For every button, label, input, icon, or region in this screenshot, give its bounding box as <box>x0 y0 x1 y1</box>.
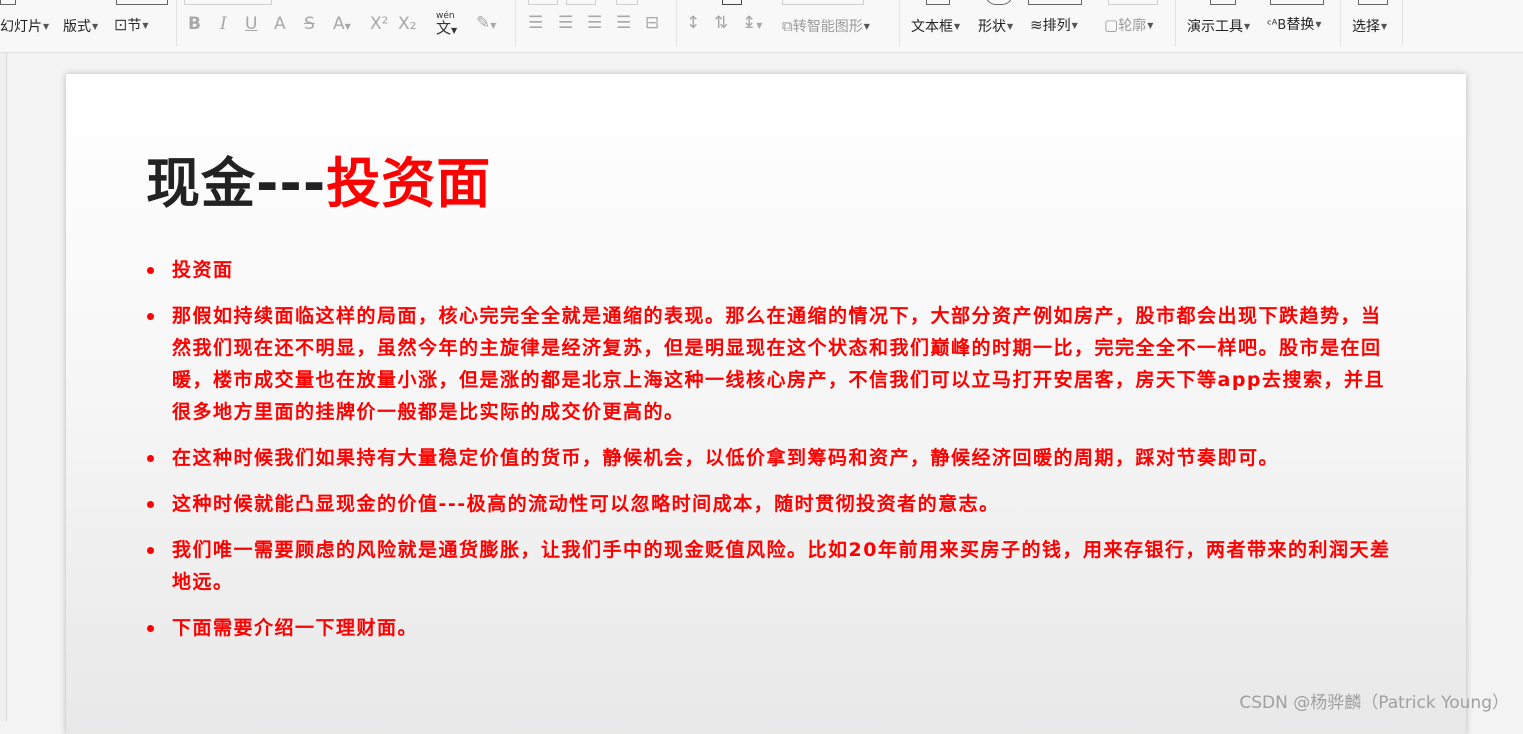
section-label: 节 <box>127 18 141 34</box>
bullet-dot-icon <box>147 501 154 508</box>
title-prefix: 现金--- <box>146 152 326 215</box>
bullet-dot-icon <box>147 267 154 274</box>
line-spacing-icon[interactable]: ↕ <box>686 14 700 32</box>
align-right-icon[interactable]: ☰ <box>587 14 602 32</box>
outline-icon: ▢ <box>1104 16 1118 34</box>
separator <box>515 0 516 46</box>
textbox-button[interactable]: 文本框▼ <box>911 19 960 35</box>
arrange-button[interactable]: ≋排列▼ <box>1030 17 1078 34</box>
bullet-item[interactable]: 投资面 <box>172 254 1392 286</box>
paragraph-spacing-icon[interactable]: ⇅ <box>714 14 728 32</box>
find-top-icon <box>1270 0 1324 5</box>
select-top-icon <box>1358 0 1388 5</box>
outline-label: 轮廓 <box>1118 18 1146 34</box>
underline-icon[interactable]: U <box>245 15 257 33</box>
subscript-icon[interactable]: X₂ <box>398 15 416 33</box>
new-slide-button[interactable]: 幻灯片▼ <box>0 19 49 35</box>
replace-button[interactable]: ᶜᴬB替换▼ <box>1267 17 1322 34</box>
picture-top-icon <box>1028 0 1082 5</box>
bullet-dot-icon <box>147 547 154 554</box>
new-slide-label: 幻灯片 <box>0 19 42 35</box>
select-button[interactable]: 选择▼ <box>1352 19 1387 35</box>
separator <box>1175 0 1176 46</box>
text-box-top-icon <box>782 0 864 5</box>
section-icon: ⊡ <box>114 15 127 34</box>
smartart-button[interactable]: ⧉转智能图形▼ <box>782 18 870 35</box>
present-tools-top-icon <box>1210 0 1236 5</box>
section-button[interactable]: ⊡节▼ <box>114 17 149 34</box>
bullets-top-icon <box>528 0 558 5</box>
arrange-label: 排列 <box>1043 18 1071 34</box>
fill-top-icon <box>1108 0 1158 5</box>
bullet-item[interactable]: 这种时候就能凸显现金的价值---极高的流动性可以忽略时间成本，随时贯彻投资者的意… <box>172 488 1392 520</box>
slide-pane-edge[interactable] <box>0 53 7 721</box>
font-color-icon[interactable]: A▼ <box>333 15 351 36</box>
separator <box>676 0 677 46</box>
separator <box>176 0 177 46</box>
font-name-box[interactable] <box>184 0 272 5</box>
smartart-label: 转智能图形 <box>793 19 863 35</box>
distributed-icon[interactable]: ⊟ <box>645 14 659 32</box>
textbox-top-icon <box>926 0 950 5</box>
superscript-icon[interactable]: X² <box>370 15 388 33</box>
align-left-icon[interactable]: ☰ <box>528 14 543 32</box>
shape-top-icon <box>985 0 1013 5</box>
bullet-dot-icon <box>147 455 154 462</box>
separator <box>1340 0 1341 46</box>
bullet-text: 下面需要介绍一下理财面。 <box>172 617 418 639</box>
highlight-icon[interactable]: ✎▼ <box>476 14 496 35</box>
strikethrough-icon[interactable]: S <box>304 15 315 33</box>
bullet-item[interactable]: 那假如持续面临这样的局面，核心完完全全就是通缩的表现。那么在通缩的情况下，大部分… <box>172 300 1392 428</box>
bullet-item[interactable]: 在这种时候我们如果持有大量稳定价值的货币，静候机会，以低价拿到筹码和资产，静候经… <box>172 442 1392 474</box>
separator <box>899 0 900 46</box>
replace-label: 替换 <box>1286 17 1314 33</box>
replace-icon: ᶜᴬB <box>1267 18 1286 33</box>
bullet-list[interactable]: 投资面 那假如持续面临这样的局面，核心完完全全就是通缩的表现。那么在通缩的情况下… <box>172 254 1392 658</box>
smartart-icon: ⧉ <box>782 17 793 35</box>
text-shadow-icon[interactable]: A <box>274 15 286 33</box>
bullet-item[interactable]: 下面需要介绍一下理财面。 <box>172 612 1392 644</box>
slide-canvas[interactable]: 现金---投资面 投资面 那假如持续面临这样的局面，核心完完全全就是通缩的表现。… <box>66 74 1466 734</box>
numbering-top-icon <box>566 0 596 5</box>
align-center-icon[interactable]: ☰ <box>558 14 573 32</box>
csdn-watermark: CSDN @杨骅麟（Patrick Young） <box>1239 688 1509 713</box>
justify-icon[interactable]: ☰ <box>616 14 631 32</box>
slide-title[interactable]: 现金---投资面 <box>146 146 491 222</box>
bullet-text: 在这种时候我们如果持有大量稳定价值的货币，静候机会，以低价拿到筹码和资产，静候经… <box>172 447 1279 469</box>
italic-icon[interactable]: I <box>220 15 227 33</box>
shape-button[interactable]: 形状▼ <box>978 19 1013 35</box>
textbox-label: 文本框 <box>911 19 953 35</box>
bullet-dot-icon <box>147 625 154 632</box>
bullet-text: 我们唯一需要顾虑的风险就是通货膨胀，让我们手中的现金贬值风险。比如20年前用来买… <box>172 539 1390 593</box>
separator <box>1402 0 1403 46</box>
title-highlight: 投资面 <box>326 152 491 215</box>
section-top-icon <box>116 0 168 5</box>
select-label: 选择 <box>1352 19 1380 35</box>
bullet-text: 这种时候就能凸显现金的价值---极高的流动性可以忽略时间成本，随时贯彻投资者的意… <box>172 493 1000 515</box>
present-tools-label: 演示工具 <box>1187 19 1243 35</box>
bold-icon[interactable]: B <box>188 15 201 33</box>
outline-button[interactable]: ▢轮廓▼ <box>1104 17 1153 34</box>
present-tools-button[interactable]: 演示工具▼ <box>1187 19 1250 35</box>
bullet-item[interactable]: 我们唯一需要顾虑的风险就是通货膨胀，让我们手中的现金贬值风险。比如20年前用来买… <box>172 534 1392 598</box>
indent-top-icon <box>616 0 638 5</box>
new-slide-icon <box>0 0 16 5</box>
shape-label: 形状 <box>978 19 1006 35</box>
bullet-dot-icon <box>147 313 154 320</box>
spacing-dropdown-icon[interactable]: ↨▼ <box>742 14 762 35</box>
layers-icon: ≋ <box>1030 16 1043 34</box>
bullet-text: 那假如持续面临这样的局面，核心完完全全就是通缩的表现。那么在通缩的情况下，大部分… <box>172 305 1385 423</box>
layout-button[interactable]: 版式▼ <box>63 19 98 35</box>
phonetic-guide-icon[interactable]: wén 文▼ <box>436 10 457 37</box>
ribbon-toolbar: 幻灯片▼ 版式▼ ⊡节▼ B I U A S A▼ X² X₂ wén 文▼ ✎… <box>0 0 1523 53</box>
bullet-text: 投资面 <box>172 259 234 281</box>
layout-label: 版式 <box>63 19 91 35</box>
text-direction-top-icon <box>722 0 742 5</box>
